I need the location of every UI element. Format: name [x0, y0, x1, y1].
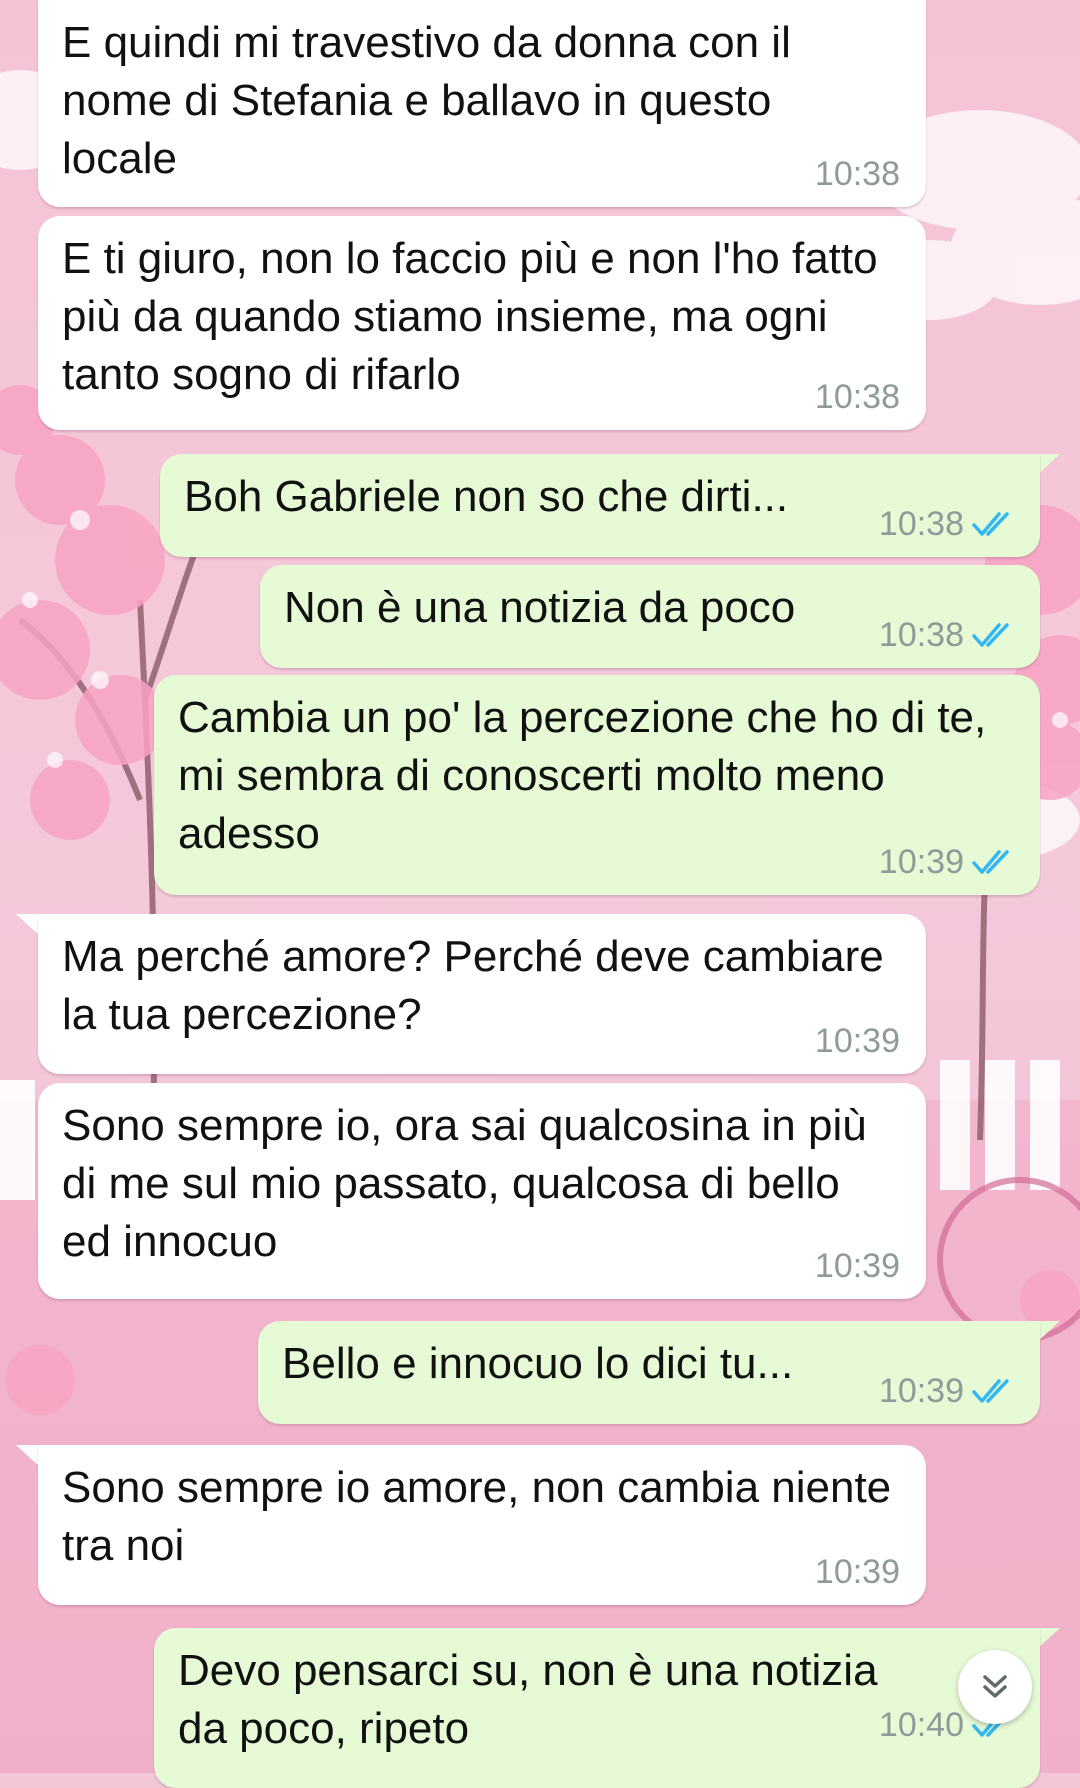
message-text: Cambia un po' la percezione che ho di te… [178, 693, 987, 858]
message-time: 10:39 [814, 1022, 900, 1060]
message-meta: 10:39 [879, 845, 1018, 879]
message-meta: 10:38 [879, 618, 1018, 652]
double-check-icon [972, 850, 1009, 874]
message-bubble-incoming[interactable]: E ti giuro, non lo faccio più e non l'ho… [38, 216, 926, 430]
message-meta: 10:38 [815, 157, 900, 191]
message-time: 10:38 [814, 155, 900, 193]
scroll-to-bottom-button[interactable] [958, 1650, 1032, 1724]
message-text: Sono sempre io amore, non cambia niente … [62, 1463, 892, 1570]
message-bubble-incoming[interactable]: Ma perché amore? Perché deve cambiare la… [38, 914, 926, 1074]
message-bubble-incoming[interactable]: E quindi mi travestivo da donna con il n… [38, 0, 926, 207]
message-time: 10:39 [814, 1553, 900, 1591]
message-meta: 10:38 [815, 380, 900, 414]
message-text: Ma perché amore? Perché deve cambiare la… [62, 932, 884, 1039]
message-text: E ti giuro, non lo faccio più e non l'ho… [62, 234, 878, 399]
double-check-icon [972, 1379, 1009, 1403]
message-meta: 10:39 [815, 1555, 900, 1589]
double-check-icon [972, 512, 1009, 536]
message-text: E quindi mi travestivo da donna con il n… [62, 18, 791, 183]
double-check-icon [972, 623, 1009, 647]
message-bubble-incoming[interactable]: Sono sempre io, ora sai qualcosina in pi… [38, 1083, 926, 1299]
message-time: 10:38 [878, 616, 964, 654]
message-meta: 10:39 [879, 1374, 1018, 1408]
message-time: 10:38 [814, 378, 900, 416]
message-time: 10:38 [878, 505, 964, 543]
bubble-tail [16, 914, 40, 936]
message-meta: 10:39 [815, 1024, 900, 1058]
message-time: 10:39 [878, 1372, 964, 1410]
message-text: Sono sempre io, ora sai qualcosina in pi… [62, 1101, 867, 1266]
message-meta: 10:38 [879, 507, 1018, 541]
message-bubble-outgoing[interactable]: Devo pensarci su, non è una notizia da p… [154, 1628, 1040, 1788]
message-meta: 10:39 [815, 1249, 900, 1283]
message-text: Devo pensarci su, non è una notizia da p… [178, 1646, 878, 1753]
message-bubble-outgoing[interactable]: Boh Gabriele non so che dirti... 10:38 [160, 454, 1040, 557]
message-time: 10:39 [814, 1247, 900, 1285]
double-chevron-down-icon [983, 1675, 1007, 1698]
message-bubble-outgoing[interactable]: Non è una notizia da poco 10:38 [260, 565, 1040, 668]
message-time: 10:40 [878, 1706, 964, 1744]
message-bubble-outgoing[interactable]: Cambia un po' la percezione che ho di te… [154, 675, 1040, 895]
message-bubble-incoming[interactable]: Sono sempre io amore, non cambia niente … [38, 1445, 926, 1605]
message-bubble-outgoing[interactable]: Bello e innocuo lo dici tu... 10:39 [258, 1321, 1040, 1424]
message-time: 10:39 [878, 843, 964, 881]
bubble-tail [16, 1445, 40, 1467]
